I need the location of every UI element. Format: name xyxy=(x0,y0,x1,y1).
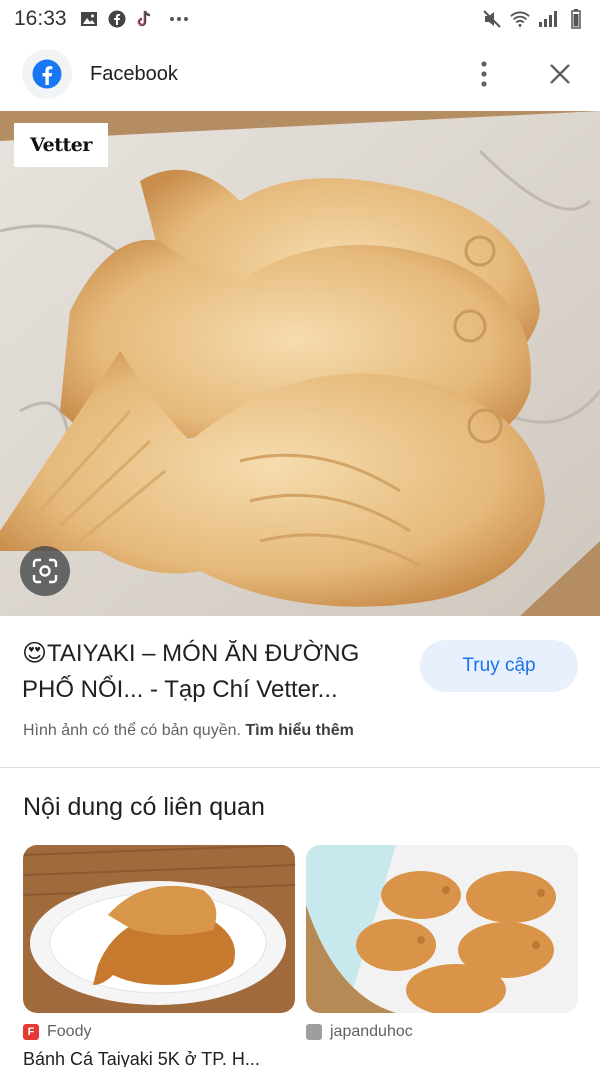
more-dots-icon xyxy=(169,9,189,29)
related-card[interactable]: F Foody Bánh Cá Taiyaki 5K ở TP. H... xyxy=(23,845,295,1067)
status-notification-icons xyxy=(79,9,189,29)
mute-icon xyxy=(482,9,502,29)
app-header: Facebook xyxy=(0,38,600,110)
heart-eyes-emoji-icon: 😍 xyxy=(22,640,48,667)
visit-button[interactable]: Truy cập xyxy=(420,640,578,692)
learn-more-link[interactable]: Tìm hiểu thêm xyxy=(245,722,353,739)
tiktok-icon xyxy=(135,9,155,29)
main-image[interactable]: Vetter xyxy=(0,111,600,616)
source-name: japanduhoc xyxy=(330,1023,413,1040)
taiyaki-photo xyxy=(0,111,600,616)
result-title-area: 😍TAIYAKI – MÓN ĂN ĐƯỜNG PHỐ NỔI... - Tạp… xyxy=(22,636,402,708)
facebook-logo-icon xyxy=(22,49,72,99)
related-card-source: F Foody xyxy=(23,1023,295,1041)
lens-icon[interactable] xyxy=(20,546,70,596)
related-card-image xyxy=(23,845,295,1013)
copyright-text: Hình ảnh có thể có bản quyền. xyxy=(23,722,241,739)
related-card-title: Bánh Cá Taiyaki 5K ở TP. H... xyxy=(23,1049,260,1067)
foody-icon: F xyxy=(23,1024,39,1040)
related-card-image xyxy=(306,845,578,1013)
related-card[interactable]: japanduhoc xyxy=(306,845,578,1067)
japanduhoc-icon xyxy=(306,1024,322,1040)
status-time: 16:33 xyxy=(14,7,67,30)
result-title[interactable]: 😍TAIYAKI – MÓN ĂN ĐƯỜNG PHỐ NỔI... - Tạp… xyxy=(22,636,402,708)
section-divider xyxy=(0,767,600,768)
header-title: Facebook xyxy=(90,62,178,85)
battery-icon xyxy=(566,9,586,29)
result-title-text: TAIYAKI – MÓN ĂN ĐƯỜNG PHỐ NỔI... - Tạp … xyxy=(22,640,360,703)
status-bar: 16:33 xyxy=(0,0,600,38)
wifi-icon xyxy=(510,9,530,29)
image-icon xyxy=(79,9,99,29)
related-card-source: japanduhoc xyxy=(306,1023,578,1041)
close-icon[interactable] xyxy=(542,56,578,92)
status-system-icons xyxy=(482,9,586,29)
facebook-icon xyxy=(107,9,127,29)
signal-icon xyxy=(538,9,558,29)
copyright-notice: Hình ảnh có thể có bản quyền. Tìm hiểu t… xyxy=(23,722,354,740)
related-heading: Nội dung có liên quan xyxy=(23,793,265,821)
more-vert-icon[interactable] xyxy=(466,56,502,92)
watermark-logo: Vetter xyxy=(14,123,108,167)
source-name: Foody xyxy=(47,1023,92,1040)
header-actions xyxy=(466,56,578,92)
